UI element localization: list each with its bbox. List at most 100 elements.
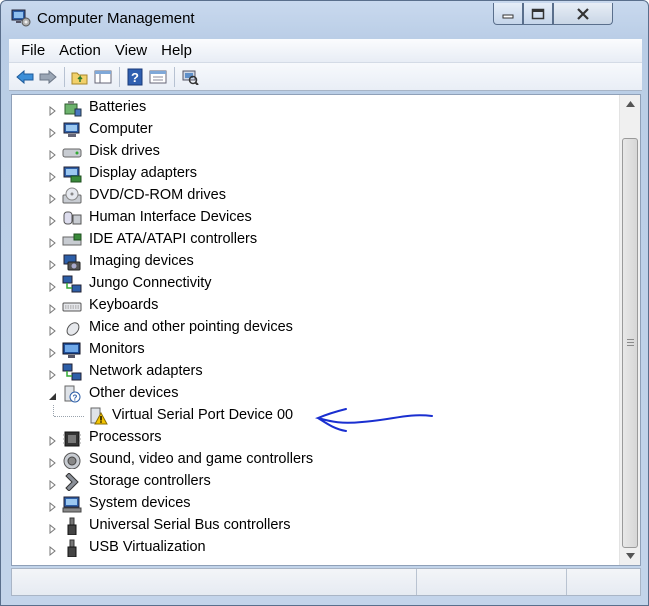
tree-category-label: System devices: [89, 495, 191, 511]
tree-category-label: Batteries: [89, 99, 147, 115]
tree-category-row[interactable]: System devices: [12, 493, 617, 515]
collapsed-triangle-icon[interactable]: [48, 103, 57, 117]
tree-category-label: DVD/CD-ROM drives: [89, 187, 226, 203]
minimize-button[interactable]: [493, 3, 523, 25]
collapsed-triangle-icon[interactable]: [48, 543, 57, 557]
collapsed-triangle-icon[interactable]: [48, 257, 57, 271]
tree-guide-line: [54, 416, 84, 417]
tree-category-row[interactable]: Mice and other pointing devices: [12, 317, 617, 339]
tree-category-row[interactable]: Jungo Connectivity: [12, 273, 617, 295]
maximize-button[interactable]: [523, 3, 553, 25]
display-adapter-icon: [62, 165, 82, 183]
tree-category-row[interactable]: Storage controllers: [12, 471, 617, 493]
collapsed-triangle-icon[interactable]: [48, 125, 57, 139]
scrollbar-grip: [627, 339, 634, 346]
toolbar: ?: [9, 63, 642, 91]
tree-category-label: Disk drives: [89, 143, 160, 159]
tree-category-row[interactable]: Disk drives: [12, 141, 617, 163]
collapsed-triangle-icon[interactable]: [48, 345, 57, 359]
menu-view[interactable]: View: [108, 42, 154, 59]
network-adapter-icon: [62, 363, 82, 381]
close-button[interactable]: [553, 3, 613, 25]
collapsed-triangle-icon[interactable]: [48, 521, 57, 535]
collapsed-triangle-icon[interactable]: [48, 301, 57, 315]
back-button[interactable]: [14, 66, 36, 88]
speaker-icon: [62, 451, 82, 470]
scroll-down-button[interactable]: [620, 547, 640, 565]
computer-management-icon: [11, 9, 31, 27]
properties-icon: [149, 70, 167, 83]
tree-category-row[interactable]: Universal Serial Bus controllers: [12, 515, 617, 537]
hid-icon: [62, 209, 82, 227]
back-icon: [16, 69, 34, 84]
tree-device-row[interactable]: Virtual Serial Port Device 00: [12, 405, 617, 427]
menu-help[interactable]: Help: [154, 42, 199, 59]
tree-category-row[interactable]: DVD/CD-ROM drives: [12, 185, 617, 207]
device-manager-pane: Batteries Computer Disk drives Display adap…: [11, 94, 641, 566]
tree-category-row[interactable]: Display adapters: [12, 163, 617, 185]
collapsed-triangle-icon[interactable]: [48, 499, 57, 513]
tree-category-label: Mice and other pointing devices: [89, 319, 293, 335]
collapsed-triangle-icon[interactable]: [48, 147, 57, 161]
tree-category-row[interactable]: IDE ATA/ATAPI controllers: [12, 229, 617, 251]
tree-guide-line: [53, 405, 54, 416]
tree-category-row[interactable]: Computer: [12, 119, 617, 141]
tree-category-label: Storage controllers: [89, 473, 211, 489]
disk-drive-icon: [62, 143, 82, 161]
toolbar-separator: [119, 66, 120, 87]
title-bar[interactable]: Computer Management: [1, 1, 648, 37]
collapsed-triangle-icon[interactable]: [48, 367, 57, 381]
tree-category-row[interactable]: USB Virtualization: [12, 537, 617, 559]
minimize-icon: [502, 14, 514, 18]
tree-category-row[interactable]: Processors: [12, 427, 617, 449]
collapsed-triangle-icon[interactable]: [48, 169, 57, 183]
computer-management-window: Computer Management File Action View Hel…: [0, 0, 649, 606]
tree-category-row[interactable]: Imaging devices: [12, 251, 617, 273]
menu-file[interactable]: File: [9, 42, 52, 59]
scroll-up-button[interactable]: [620, 95, 640, 113]
collapsed-triangle-icon[interactable]: [48, 279, 57, 293]
tree-category-label: Sound, video and game controllers: [89, 451, 314, 467]
vertical-scrollbar[interactable]: [619, 95, 640, 565]
toolbar-separator: [64, 66, 65, 87]
storage-controller-icon: [62, 472, 82, 492]
scrollbar-thumb[interactable]: [622, 138, 638, 548]
svg-text:?: ?: [131, 70, 139, 85]
mouse-icon: [62, 319, 82, 337]
warning-device-icon: [88, 407, 108, 425]
close-icon: [577, 7, 589, 20]
up-one-level-button[interactable]: [69, 66, 91, 88]
chevron-up-icon: [625, 101, 635, 107]
show-hide-tree-icon: [94, 70, 112, 83]
tree-category-row[interactable]: Keyboards: [12, 295, 617, 317]
tree-category-label: Monitors: [89, 341, 145, 357]
collapsed-triangle-icon[interactable]: [48, 477, 57, 491]
status-pane-main: [12, 569, 417, 595]
tree-category-row[interactable]: Human Interface Devices: [12, 207, 617, 229]
status-bar: [11, 568, 641, 596]
usb-icon: [62, 539, 82, 558]
tree-category-row[interactable]: Network adapters: [12, 361, 617, 383]
tree-category-row[interactable]: Monitors: [12, 339, 617, 361]
collapsed-triangle-icon[interactable]: [48, 433, 57, 447]
menu-action[interactable]: Action: [52, 42, 108, 59]
show-hide-console-tree-button[interactable]: [92, 66, 114, 88]
collapsed-triangle-icon[interactable]: [48, 213, 57, 227]
collapsed-triangle-icon[interactable]: [48, 235, 57, 249]
toolbar-separator: [174, 66, 175, 87]
scan-hardware-changes-button[interactable]: [179, 66, 201, 88]
collapsed-triangle-icon[interactable]: [48, 191, 57, 205]
tree-category-row[interactable]: ? Other devices: [12, 383, 617, 405]
tree-category-label: Jungo Connectivity: [89, 275, 212, 291]
collapsed-triangle-icon[interactable]: [48, 455, 57, 469]
tree-category-label: Universal Serial Bus controllers: [89, 517, 291, 533]
collapsed-triangle-icon[interactable]: [48, 323, 57, 337]
properties-button[interactable]: [147, 66, 169, 88]
expanded-triangle-icon[interactable]: [48, 389, 57, 400]
forward-button[interactable]: [37, 66, 59, 88]
tree-category-row[interactable]: Batteries: [12, 97, 617, 119]
keyboard-icon: [62, 297, 82, 315]
tree-category-row[interactable]: Sound, video and game controllers: [12, 449, 617, 471]
help-button[interactable]: ?: [124, 66, 146, 88]
tree-category-label: Imaging devices: [89, 253, 194, 269]
